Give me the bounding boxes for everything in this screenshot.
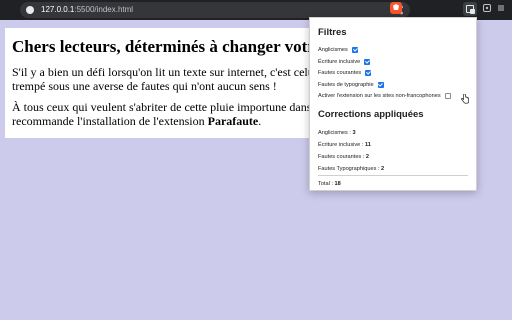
divider (318, 175, 468, 176)
filter-checkbox-fautes-courantes[interactable] (365, 70, 372, 76)
filter-label: Écriture inclusive (318, 59, 361, 65)
filter-checkbox-ecriture-inclusive[interactable] (364, 59, 371, 65)
address-bar[interactable]: 127.0.0.1:5500/index.html (20, 2, 410, 18)
filter-checkbox-fautes-typographie[interactable] (377, 82, 384, 88)
paragraph-2-end: . (258, 113, 262, 128)
filters-title: Filtres (318, 27, 347, 38)
page-heading: Chers lecteurs, déterminés à changer vot… (12, 37, 323, 56)
stat-fautes-courantes: Fautes courantes : 2 (318, 154, 370, 160)
page-content: Chers lecteurs, déterminés à changer vot… (5, 28, 345, 138)
filter-fautes-typographie[interactable]: Fautes de typographie (318, 80, 384, 90)
paragraph-1-line-2: trempé sous une averse de fautes qui n'o… (12, 78, 277, 93)
stat-anglicismes: Anglicismes : 3 (318, 130, 356, 136)
filter-anglicismes[interactable]: Anglicismes (318, 45, 358, 55)
stat-ecriture-inclusive: Écriture inclusive : 11 (318, 142, 371, 148)
parafaute-extension-icon[interactable] (463, 2, 477, 16)
extension-name: Parafaute (207, 113, 259, 128)
extension-popup: Filtres Anglicismes Écriture inclusive F… (309, 17, 477, 191)
filter-checkbox-anglicismes[interactable] (351, 47, 358, 53)
stat-value: 3 (352, 130, 356, 136)
menu-icon[interactable] (496, 3, 506, 13)
stat-fautes-typographiques: Fautes Typographiques : 2 (318, 166, 385, 172)
filter-checkbox-non-francophones[interactable] (444, 93, 451, 99)
filter-fautes-courantes[interactable]: Fautes courantes (318, 68, 372, 78)
brave-shield-icon[interactable] (390, 2, 402, 14)
paragraph-1-line-1: S'il y a bien un défi lorsqu'on lit un t… (12, 65, 332, 79)
stat-value: 2 (365, 154, 370, 160)
filter-label: Anglicismes (318, 47, 348, 53)
corrections-title: Corrections appliquées (318, 109, 424, 120)
paragraph-2: À tous ceux qui veulent s'abriter de cet… (12, 100, 334, 128)
url-host: 127.0.0.1 (41, 5, 75, 14)
info-icon[interactable] (26, 6, 34, 14)
paragraph-1: S'il y a bien un défi lorsqu'on lit un t… (12, 65, 332, 93)
stat-total-value: 18 (334, 181, 341, 187)
filter-label: Fautes de typographie (318, 82, 374, 88)
filter-ecriture-inclusive[interactable]: Écriture inclusive (318, 57, 371, 67)
url-path: :5500/index.html (74, 5, 134, 14)
filter-non-francophones[interactable]: Activer l'extension sur les sites non-fr… (318, 91, 451, 101)
url-text[interactable]: 127.0.0.1:5500/index.html (41, 4, 133, 16)
puzzle-icon[interactable] (482, 3, 492, 13)
filter-label: Fautes courantes (318, 70, 362, 76)
stat-value: 11 (364, 142, 371, 148)
filter-label: Activer l'extension sur les sites non-fr… (318, 93, 441, 99)
hand-cursor-icon (461, 94, 469, 104)
stat-total: Total : 18 (318, 181, 341, 187)
stat-value: 2 (381, 166, 385, 172)
paragraph-2-line-2: recommande l'installation de l'extension (12, 113, 208, 128)
paragraph-2-line-1: À tous ceux qui veulent s'abriter de cet… (12, 100, 334, 114)
